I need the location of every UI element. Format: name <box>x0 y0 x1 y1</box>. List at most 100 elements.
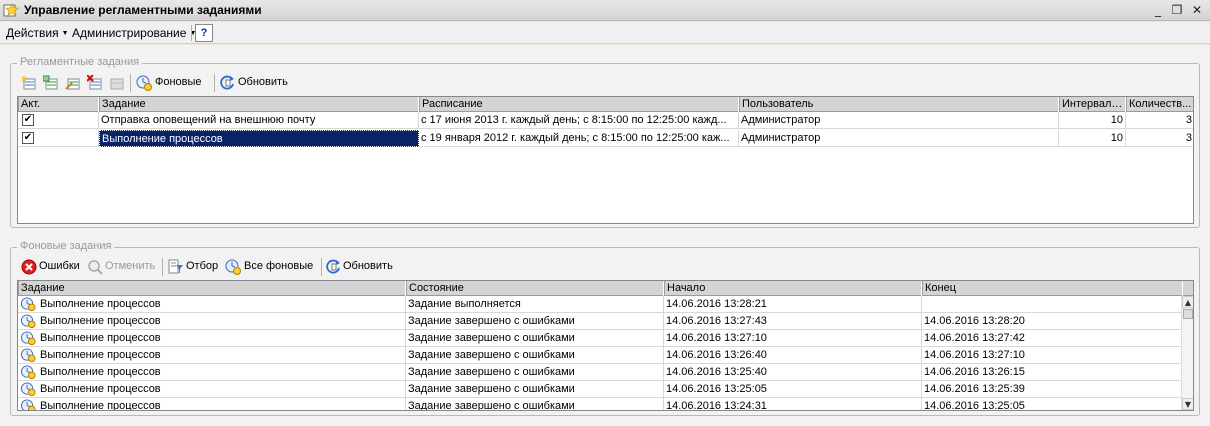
scroll-down-button[interactable]: ▼ <box>1182 398 1193 410</box>
table-row-selected[interactable]: ✔ Выполнение процессов с 19 января 2012 … <box>18 130 1193 147</box>
state-cell: Задание выполняется <box>406 296 664 313</box>
user-cell: Администратор <box>739 130 1059 147</box>
end-cell: 14.06.2016 13:25:39 <box>922 381 1183 398</box>
minimize-button[interactable]: _ <box>1150 3 1166 17</box>
column-header[interactable]: Пользователь <box>739 97 1059 112</box>
scheduled-toolbar: Фоновые Обновить <box>17 73 417 93</box>
schedule-cell: с 19 января 2012 г. каждый день; с 8:15:… <box>419 130 739 147</box>
table-row[interactable]: ✔ Отправка оповещений на внешнюю почту с… <box>18 112 1193 129</box>
state-cell: Задание завершено с ошибками <box>406 398 664 411</box>
state-cell: Задание завершено с ошибками <box>406 381 664 398</box>
table-header: Акт. Задание Расписание Пользователь Инт… <box>18 97 1193 112</box>
table-header: Задание Состояние Начало Конец <box>18 281 1193 296</box>
add-row-icon[interactable] <box>21 75 37 91</box>
background-jobs-label: Фоновые <box>155 76 202 88</box>
start-cell-text: 14.06.2016 13:25:40 <box>666 366 767 378</box>
table-row[interactable]: Выполнение процессов Задание завершено с … <box>18 313 1183 330</box>
background-jobs-icon <box>136 75 152 91</box>
background-job-icon <box>20 297 36 312</box>
start-cell-text: 14.06.2016 13:25:05 <box>666 383 767 395</box>
column-header[interactable]: Акт. <box>18 97 99 112</box>
table-row[interactable]: Выполнение процессов Задание завершено с … <box>18 347 1183 364</box>
toolbar-separator <box>162 258 163 276</box>
menu-actions[interactable]: Действия ▼ <box>6 26 69 40</box>
edit-row-icon[interactable] <box>65 75 81 91</box>
task-cell: Выполнение процессов <box>18 347 406 364</box>
table-row[interactable]: Выполнение процессов Задание завершено с … <box>18 330 1183 347</box>
toolbar-separator <box>130 74 131 92</box>
start-cell-text: 14.06.2016 13:28:21 <box>666 298 767 310</box>
background-job-icon <box>20 331 36 346</box>
end-cell: 14.06.2016 13:27:10 <box>922 347 1183 364</box>
start-cell: 14.06.2016 13:25:40 <box>664 364 922 381</box>
menu-bar: Действия ▼ Администрирование ▼ ? <box>0 22 1210 44</box>
task-cell-text: Выполнение процессов <box>40 315 161 327</box>
column-header[interactable]: Задание <box>18 281 406 296</box>
column-header[interactable]: Расписание <box>419 97 739 112</box>
state-cell: Задание завершено с ошибками <box>406 364 664 381</box>
end-cell: 14.06.2016 13:28:20 <box>922 313 1183 330</box>
column-header[interactable]: Количеств... <box>1126 97 1193 112</box>
scroll-thumb[interactable] <box>1183 309 1193 319</box>
background-jobs-legend: Фоновые задания <box>17 240 115 252</box>
count-cell: 3 <box>1126 112 1193 129</box>
task-cell: Выполнение процессов <box>99 130 419 147</box>
state-cell: Задание завершено с ошибками <box>406 347 664 364</box>
state-cell: Задание завершено с ошибками <box>406 313 664 330</box>
column-header[interactable]: Начало <box>664 281 922 296</box>
state-cell-text: Задание завершено с ошибками <box>408 383 575 395</box>
column-header[interactable]: Состояние <box>406 281 664 296</box>
refresh-icon <box>220 75 234 90</box>
errors-label: Ошибки <box>39 260 80 272</box>
scroll-up-button[interactable]: ▲ <box>1182 296 1193 308</box>
active-checkbox[interactable]: ✔ <box>22 132 34 144</box>
start-cell-text: 14.06.2016 13:27:10 <box>666 332 767 344</box>
cancel-search-icon <box>88 260 103 275</box>
copy-row-icon[interactable] <box>43 75 59 91</box>
active-checkbox[interactable]: ✔ <box>22 114 34 126</box>
refresh-label: Обновить <box>238 76 288 88</box>
task-cell-text: Выполнение процессов <box>40 298 161 310</box>
help-button[interactable]: ? <box>195 24 213 42</box>
task-cell-text: Выполнение процессов <box>40 332 161 344</box>
scheduled-tasks-table[interactable]: Акт. Задание Расписание Пользователь Инт… <box>17 96 1194 224</box>
start-cell: 14.06.2016 13:27:43 <box>664 313 922 330</box>
scheduled-tasks-legend: Регламентные задания <box>17 56 143 68</box>
table-row[interactable]: Выполнение процессов Задание завершено с … <box>18 364 1183 381</box>
table-row[interactable]: Выполнение процессов Задание завершено с … <box>18 381 1183 398</box>
column-header[interactable]: Конец <box>922 281 1183 296</box>
background-jobs-table[interactable]: Задание Состояние Начало Конец Выполнени… <box>17 280 1194 411</box>
restore-button[interactable]: ❐ <box>1169 3 1185 17</box>
start-cell: 14.06.2016 13:26:40 <box>664 347 922 364</box>
active-cell: ✔ <box>18 130 99 147</box>
end-cell-text: 14.06.2016 13:27:42 <box>924 332 1025 344</box>
refresh-icon <box>326 259 340 274</box>
menu-separator <box>191 25 192 41</box>
state-cell-text: Задание выполняется <box>408 298 521 310</box>
background-job-icon <box>20 399 36 410</box>
column-header[interactable]: Задание <box>99 97 419 112</box>
task-cell: Выполнение процессов <box>18 296 406 313</box>
task-cell: Выполнение процессов <box>18 364 406 381</box>
background-job-icon <box>20 365 36 380</box>
vertical-scrollbar[interactable]: ▲ ▼ <box>1181 296 1193 410</box>
table-row[interactable]: Выполнение процессов Задание выполняется 1… <box>18 296 1183 313</box>
menu-admin-label: Администрирование <box>72 26 187 40</box>
start-cell-text: 14.06.2016 13:24:31 <box>666 400 767 411</box>
delete-row-icon[interactable] <box>87 75 103 91</box>
background-job-icon <box>20 382 36 397</box>
menu-actions-label: Действия <box>6 26 59 40</box>
state-cell-text: Задание завершено с ошибками <box>408 400 575 411</box>
state-cell-text: Задание завершено с ошибками <box>408 332 575 344</box>
start-cell: 14.06.2016 13:27:10 <box>664 330 922 347</box>
column-header[interactable]: Интервал ... <box>1059 97 1126 112</box>
menu-administration[interactable]: Администрирование ▼ <box>72 26 196 40</box>
scheduled-tasks-group: Регламентные задания Фоновые Обновить Ак… <box>10 56 1200 228</box>
close-button[interactable]: ✕ <box>1189 3 1205 17</box>
table-row[interactable]: Выполнение процессов Задание завершено с … <box>18 398 1183 411</box>
state-cell: Задание завершено с ошибками <box>406 330 664 347</box>
app-icon <box>3 3 19 17</box>
start-cell: 14.06.2016 13:25:05 <box>664 381 922 398</box>
window-titlebar: Управление регламентными заданиями _ ❐ ✕ <box>0 0 1210 21</box>
task-cell: Выполнение процессов <box>18 313 406 330</box>
